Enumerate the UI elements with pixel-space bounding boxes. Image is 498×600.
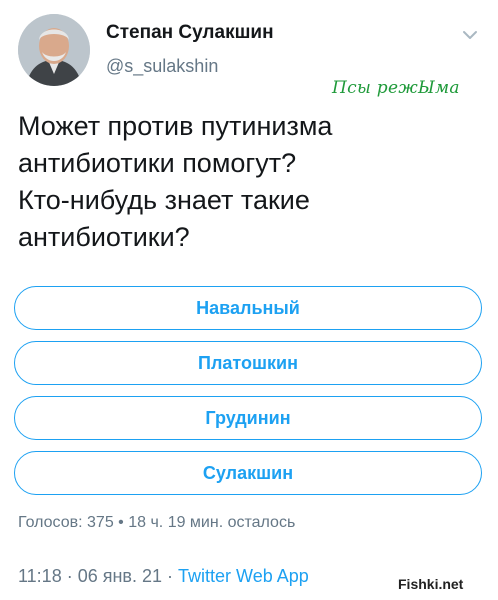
- tweet-line: антибиотики?: [18, 222, 190, 252]
- tweet-source-app[interactable]: Twitter Web App: [178, 566, 309, 586]
- tweet-line: Кто-нибудь знает такие: [18, 185, 310, 215]
- tweet-footer: 11:18 · 06 янв. 21 · Twitter Web App: [18, 566, 309, 587]
- tweet-time[interactable]: 11:18: [18, 566, 62, 586]
- poll-option-navalny[interactable]: Навальный: [14, 286, 482, 330]
- author-handle[interactable]: @s_sulakshin: [106, 56, 218, 77]
- site-watermark: Fishki.net: [398, 576, 464, 592]
- meta-separator: •: [113, 514, 129, 531]
- tweet-line: Может против путинизма: [18, 111, 333, 141]
- tweet-line: антибиотики помогут?: [18, 148, 297, 178]
- chevron-down-icon[interactable]: [462, 28, 478, 40]
- poll-meta: Голосов: 375 • 18 ч. 19 мин. осталось: [18, 514, 295, 532]
- poll-time-left: 18 ч. 19 мин. осталось: [128, 514, 296, 531]
- poll-option-sulakshin[interactable]: Сулакшин: [14, 451, 482, 495]
- avatar[interactable]: [18, 14, 90, 86]
- poll: Навальный Платошкин Грудинин Сулакшин: [14, 286, 482, 506]
- tweet-date[interactable]: 06 янв. 21: [78, 566, 162, 586]
- poll-option-grudinin[interactable]: Грудинин: [14, 396, 482, 440]
- poll-option-platoshkin[interactable]: Платошкин: [14, 341, 482, 385]
- footer-dot: ·: [61, 566, 78, 586]
- poll-votes: Голосов: 375: [18, 514, 114, 531]
- tweet-text: Может против путинизма антибиотики помог…: [18, 108, 478, 256]
- author-name[interactable]: Степан Сулакшин: [106, 22, 274, 44]
- footer-dot: ·: [162, 566, 179, 586]
- watermark-text: Псы режЫма: [332, 78, 460, 98]
